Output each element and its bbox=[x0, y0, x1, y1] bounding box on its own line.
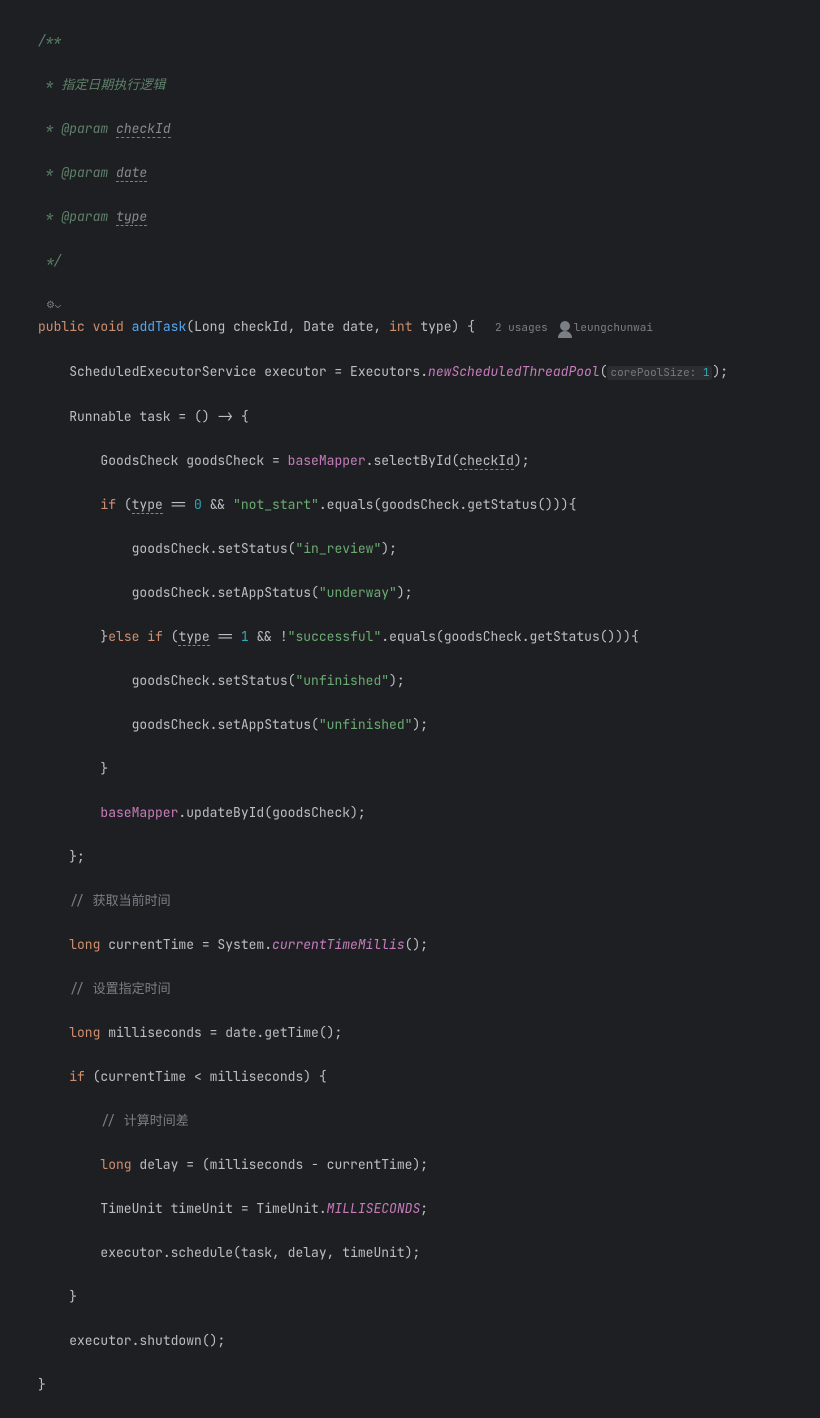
javadoc-start: /** bbox=[38, 32, 61, 49]
usages-hint[interactable]: 2 usages bbox=[495, 321, 548, 335]
code-line: */ bbox=[38, 250, 820, 272]
javadoc-param: type bbox=[116, 208, 147, 226]
code-line: ScheduledExecutorService executor = Exec… bbox=[38, 361, 820, 384]
code-line: }else if (type == 1 && !"successful".equ… bbox=[38, 626, 820, 648]
code-line: GoodsCheck goodsCheck = baseMapper.selec… bbox=[38, 450, 820, 472]
code-line: long currentTime = System.currentTimeMil… bbox=[38, 934, 820, 956]
code-line: if (type == 0 && "not_start".equals(good… bbox=[38, 494, 820, 516]
code-line: goodsCheck.setStatus("unfinished"); bbox=[38, 670, 820, 692]
code-line: Runnable task = () -> { bbox=[38, 406, 820, 428]
code-editor[interactable]: /** * 指定日期执行逻辑 * @param checkId * @param… bbox=[0, 8, 820, 1418]
code-line: // 获取当前时间 bbox=[38, 890, 820, 912]
method-name: addTask bbox=[132, 318, 187, 335]
gutter-settings-icon[interactable]: ⚙⌄ bbox=[46, 294, 61, 316]
code-line: goodsCheck.setStatus("in_review"); bbox=[38, 538, 820, 560]
code-line: // 计算时间差 bbox=[38, 1110, 820, 1132]
javadoc-tag: * @param bbox=[38, 120, 116, 137]
code-line: goodsCheck.setAppStatus("unfinished"); bbox=[38, 714, 820, 736]
code-line: long delay = (milliseconds - currentTime… bbox=[38, 1154, 820, 1176]
code-line: } bbox=[38, 758, 820, 780]
inlay-hint: corePoolSize: 1 bbox=[607, 366, 712, 380]
code-line: baseMapper.updateById(goodsCheck); bbox=[38, 802, 820, 824]
javadoc-param: checkId bbox=[116, 120, 171, 138]
javadoc-desc: * 指定日期执行逻辑 bbox=[38, 76, 165, 93]
javadoc-param: date bbox=[116, 164, 147, 182]
method-signature: public void addTask(Long checkId, Date d… bbox=[38, 316, 820, 339]
code-line: * @param date bbox=[38, 162, 820, 184]
code-line: } bbox=[38, 1374, 820, 1396]
code-line: * @param checkId bbox=[38, 118, 820, 140]
code-line: executor.schedule(task, delay, timeUnit)… bbox=[38, 1242, 820, 1264]
code-line: goodsCheck.setAppStatus("underway"); bbox=[38, 582, 820, 604]
code-line: long milliseconds = date.getTime(); bbox=[38, 1022, 820, 1044]
code-line: executor.shutdown(); bbox=[38, 1330, 820, 1352]
javadoc-tag: * @param bbox=[38, 164, 116, 181]
code-line: TimeUnit timeUnit = TimeUnit.MILLISECOND… bbox=[38, 1198, 820, 1220]
code-line: } bbox=[38, 1286, 820, 1308]
code-line: // 设置指定时间 bbox=[38, 978, 820, 1000]
javadoc-end: */ bbox=[38, 252, 61, 269]
code-line: if (currentTime < milliseconds) { bbox=[38, 1066, 820, 1088]
code-line: }; bbox=[38, 846, 820, 868]
code-line: /** bbox=[38, 30, 820, 52]
code-line: * @param type bbox=[38, 206, 820, 228]
javadoc-tag: * @param bbox=[38, 208, 116, 225]
person-icon bbox=[560, 321, 570, 331]
code-line: * 指定日期执行逻辑 bbox=[38, 74, 820, 96]
author-hint[interactable]: leungchunwai bbox=[560, 321, 653, 335]
